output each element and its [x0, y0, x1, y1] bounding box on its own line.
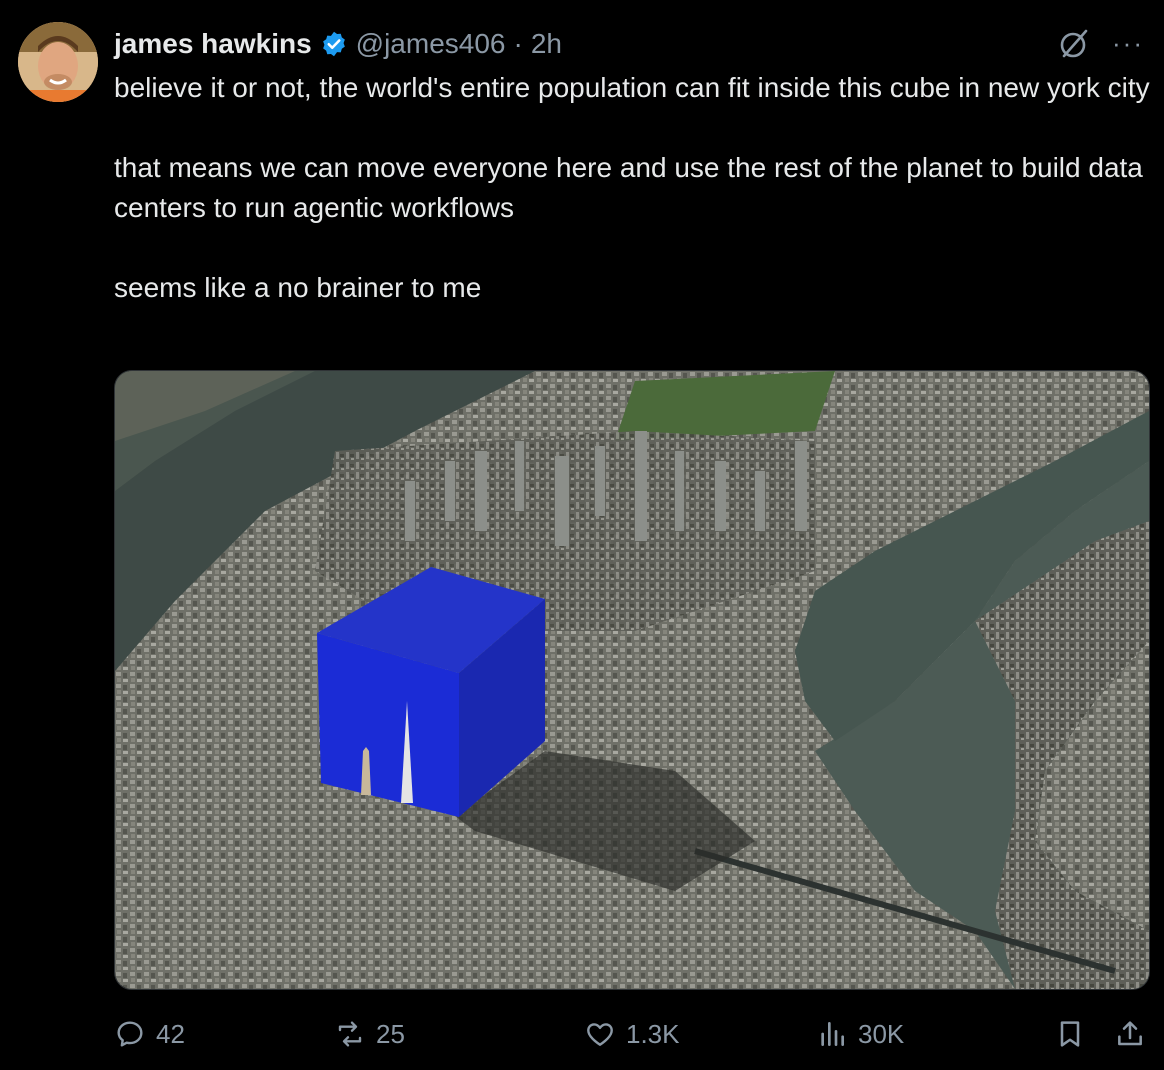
reply-icon [117, 1021, 143, 1047]
tweet-paragraph: seems like a no brainer to me [114, 272, 482, 303]
tweet-media-image[interactable] [114, 370, 1150, 990]
share-icon[interactable] [1114, 1018, 1146, 1050]
paragraph-spacer [114, 228, 1154, 268]
verified-badge-icon [322, 31, 345, 57]
tweet-header: james hawkins @james406 · 2h [114, 24, 562, 64]
views-button[interactable]: 30K [816, 1012, 904, 1056]
like-count: 1.3K [626, 1018, 680, 1049]
tweet-text: believe it or not, the world's entire po… [114, 68, 1154, 308]
separator-dot: · [513, 28, 523, 59]
repost-count: 25 [376, 1018, 405, 1049]
tweet-paragraph: that means we can move everyone here and… [114, 152, 1151, 223]
author-handle[interactable]: @james406 [356, 28, 506, 60]
avatar-image [18, 22, 98, 102]
tweet-time[interactable]: 2h [531, 28, 562, 60]
avatar[interactable] [18, 22, 98, 102]
like-button[interactable]: 1.3K [584, 1012, 680, 1056]
views-count: 30K [858, 1018, 905, 1049]
author-name[interactable]: james hawkins [114, 28, 312, 60]
paragraph-spacer [114, 108, 1154, 148]
reply-count: 42 [156, 1018, 185, 1049]
more-options-button[interactable]: ··· [1112, 28, 1144, 58]
views-chart-icon [821, 1022, 844, 1046]
repost-icon [338, 1021, 362, 1047]
grok-icon[interactable] [1056, 26, 1092, 62]
bookmark-icon[interactable] [1054, 1018, 1086, 1050]
reply-button[interactable]: 42 [114, 1012, 185, 1056]
repost-button[interactable]: 25 [334, 1012, 405, 1056]
tweet-actions-bar: 42 25 1.3K 30K [114, 1012, 1154, 1056]
heart-icon [587, 1023, 613, 1046]
aerial-city-image [115, 371, 1149, 989]
tweet-paragraph: believe it or not, the world's entire po… [114, 72, 1150, 103]
